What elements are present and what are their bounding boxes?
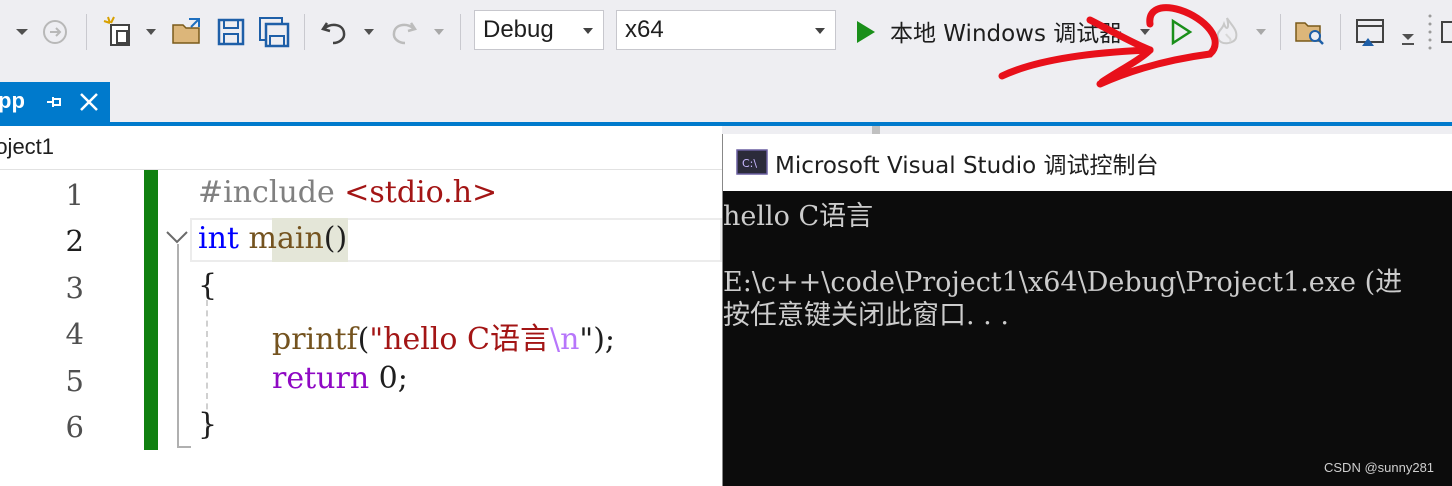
function-call-token: printf <box>272 322 358 357</box>
outline-guide <box>177 244 179 448</box>
line-number: 3 <box>65 271 84 305</box>
back-dropdown-chevron-icon[interactable] <box>10 18 34 46</box>
chevron-down-icon <box>581 19 595 47</box>
project-dropdown[interactable]: roject1 <box>0 134 54 160</box>
start-without-debugging-icon[interactable] <box>1164 14 1198 50</box>
function-name-token: main <box>248 221 324 256</box>
redo-icon[interactable] <box>386 14 422 50</box>
separator <box>1280 14 1281 50</box>
separator <box>86 14 87 50</box>
console-title: Microsoft Visual Studio 调试控制台 <box>775 153 1159 179</box>
string-token: "hello C语言 <box>369 322 550 357</box>
change-indicator-bar <box>144 170 158 450</box>
separator <box>1340 14 1341 50</box>
start-debugging-label[interactable]: 本地 Windows 调试器 <box>890 14 1122 48</box>
outline-guide-end <box>177 446 191 448</box>
preprocessor-token: #include <box>198 175 345 210</box>
code-line-5: return 0; <box>272 361 408 396</box>
save-icon[interactable] <box>214 14 248 50</box>
paren-token: () <box>323 221 348 256</box>
platform-value: x64 <box>625 16 664 43</box>
platform-dropdown[interactable]: x64 <box>616 10 836 50</box>
navigation-bar: roject1 <box>0 126 722 170</box>
code-line-4: printf("hello C语言\n"); <box>272 314 615 358</box>
document-tab[interactable]: pp <box>0 82 110 124</box>
find-in-folder-icon[interactable] <box>1292 14 1328 50</box>
code-line-3: { <box>198 268 218 303</box>
line-number: 6 <box>65 410 84 444</box>
splitter-handle[interactable] <box>872 126 880 134</box>
open-folder-icon[interactable] <box>170 14 204 50</box>
code-editor[interactable]: 1 2 3 4 5 6 #include <stdio.h> int main(… <box>0 170 722 486</box>
document-tab-row: pp <box>0 64 1452 124</box>
panel-icon[interactable] <box>1440 20 1452 44</box>
keyword-return: return <box>272 361 370 396</box>
navigate-forward-icon[interactable] <box>40 16 70 48</box>
code-line-1: #include <stdio.h> <box>198 175 497 210</box>
debug-console-window[interactable]: C:\ Microsoft Visual Studio 调试控制台 hello … <box>722 134 1452 486</box>
new-project-chevron-icon[interactable] <box>142 22 160 42</box>
tab-label: pp <box>0 88 25 113</box>
paren-token: ( <box>357 322 370 357</box>
save-all-icon[interactable] <box>256 14 292 50</box>
line-number: 4 <box>65 317 84 351</box>
run-target-chevron-icon[interactable] <box>1136 22 1154 42</box>
separator <box>304 14 305 50</box>
separator <box>460 14 461 50</box>
line-number: 2 <box>65 224 84 258</box>
toolbar: Debug x64 本地 Windows 调试器 <box>0 0 1452 64</box>
configuration-dropdown[interactable]: Debug <box>474 10 604 50</box>
redo-chevron-icon[interactable] <box>430 22 448 42</box>
watermark: CSDN @sunny281 <box>1324 460 1435 475</box>
undo-icon[interactable] <box>316 14 352 50</box>
line-number: 1 <box>65 178 84 212</box>
hot-reload-icon[interactable] <box>1210 14 1244 50</box>
new-project-icon[interactable] <box>100 14 136 50</box>
hot-reload-chevron-icon[interactable] <box>1252 22 1270 42</box>
toolbar-overflow-icon[interactable] <box>1398 22 1418 50</box>
line-number: 5 <box>65 364 84 398</box>
chevron-down-icon <box>813 19 827 47</box>
code-line-2: int main() <box>198 221 347 256</box>
console-output-line: hello C语言 <box>723 201 874 232</box>
console-title-bar[interactable]: C:\ Microsoft Visual Studio 调试控制台 <box>723 134 1452 191</box>
code-line-6: } <box>198 407 218 442</box>
console-app-icon: C:\ <box>736 149 768 179</box>
toolbar-grip[interactable] <box>1426 10 1434 54</box>
undo-chevron-icon[interactable] <box>360 22 378 42</box>
escape-token: \n <box>549 322 580 357</box>
include-path-token: <stdio.h> <box>344 175 498 210</box>
start-debugging-icon[interactable] <box>850 16 880 48</box>
closing-token: "); <box>579 322 616 357</box>
close-icon[interactable] <box>78 91 100 117</box>
svg-text:C:\: C:\ <box>742 157 757 170</box>
console-output-line: 按任意键关闭此窗口. . . <box>723 300 1009 331</box>
pin-icon[interactable] <box>44 91 64 117</box>
return-value-token: 0; <box>369 361 408 396</box>
window-layout-icon[interactable] <box>1352 14 1388 50</box>
configuration-value: Debug <box>483 16 554 43</box>
keyword-int: int <box>198 221 239 256</box>
